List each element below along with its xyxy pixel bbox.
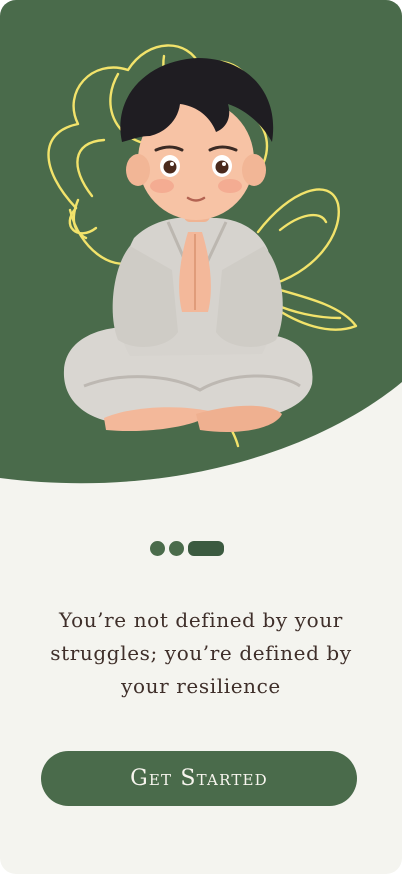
pager-dot-3-active[interactable] bbox=[188, 541, 224, 556]
get-started-button[interactable]: Get Started bbox=[41, 751, 357, 806]
pager-dot-2[interactable] bbox=[169, 541, 184, 556]
onboarding-quote: You’re not defined by your struggles; yo… bbox=[50, 608, 352, 698]
boy-figure bbox=[63, 58, 313, 433]
meditating-boy-illustration bbox=[47, 44, 358, 448]
pager-dot-1[interactable] bbox=[150, 541, 165, 556]
onboarding-screen: You’re not defined by your struggles; yo… bbox=[0, 0, 402, 874]
onboarding-pager bbox=[150, 541, 224, 556]
